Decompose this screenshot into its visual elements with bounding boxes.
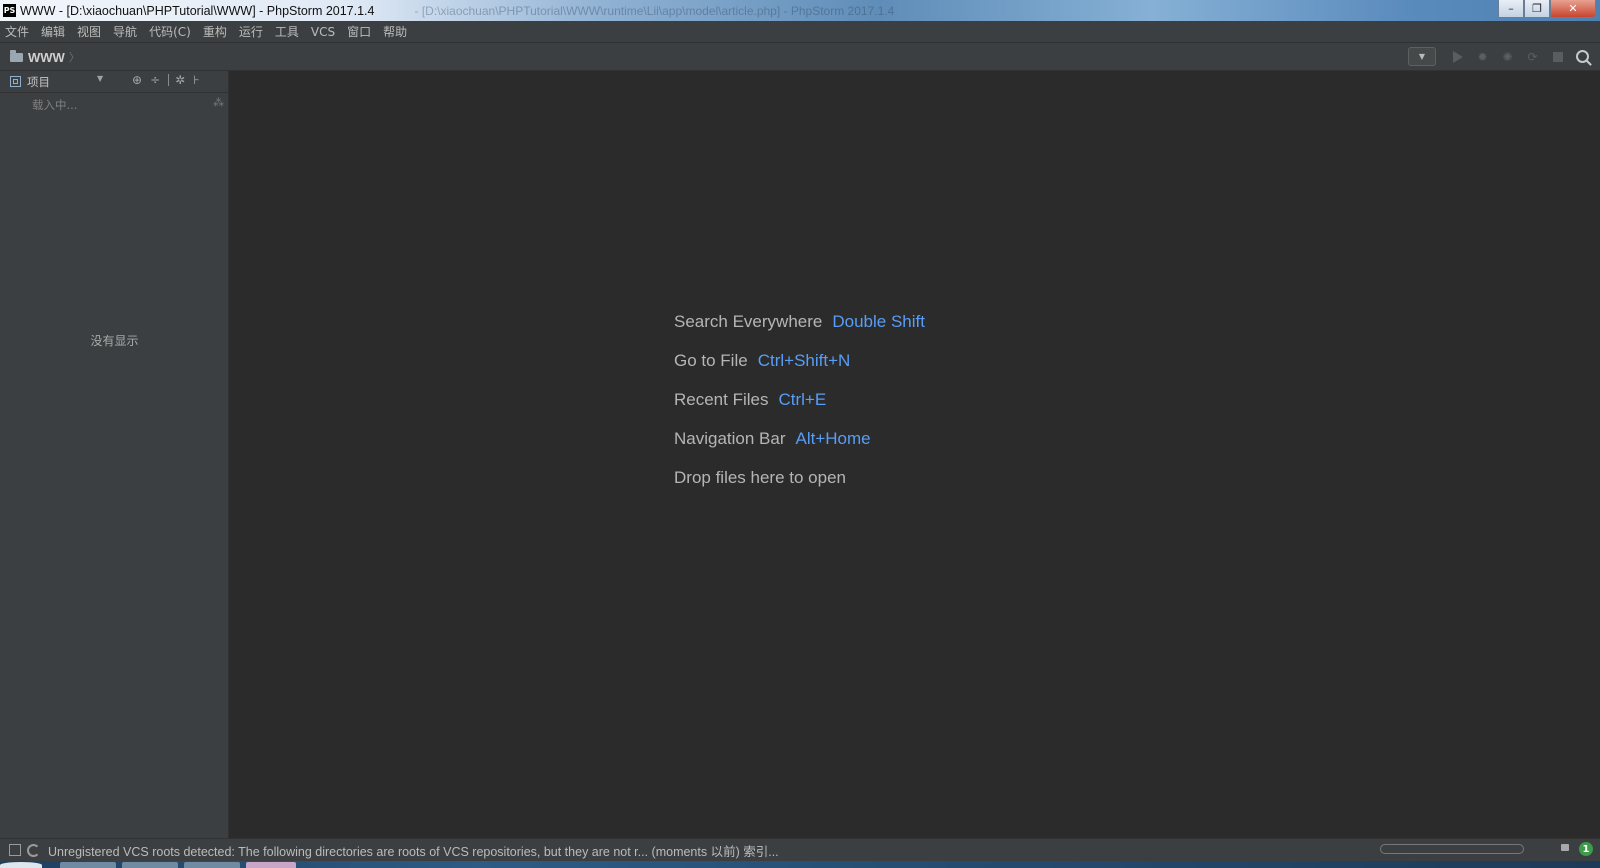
minimize-button[interactable]: – — [1498, 0, 1524, 18]
breadcrumb[interactable]: WWW 〉 — [10, 49, 80, 65]
toolbar-separator — [168, 74, 170, 86]
search-icon[interactable] — [1573, 47, 1592, 66]
debug-icon[interactable]: ✹ — [1473, 47, 1492, 66]
menu-refactor[interactable]: 重构 — [203, 23, 227, 40]
hint-shortcut: Ctrl+E — [778, 390, 827, 409]
loading-text: 载入中... — [32, 98, 78, 112]
indexing-progress-bar[interactable] — [1380, 844, 1524, 854]
hint-search-everywhere: Search Everywhere Double Shift — [674, 312, 925, 332]
status-bar: Unregistered VCS roots detected: The fol… — [0, 838, 1600, 861]
editor-area[interactable]: Search Everywhere Double Shift Go to File… — [229, 71, 1600, 838]
folder-icon — [10, 49, 23, 62]
progress-spinner-icon — [27, 843, 40, 857]
navigation-bar: WWW 〉 ▼ ✹ ✺ ⟳ — [0, 42, 1600, 71]
taskbar-item[interactable] — [184, 862, 240, 868]
start-button[interactable] — [0, 862, 42, 868]
project-panel-header: 项目 ▼ ⊕ ÷ ✲ ⊦ — [0, 71, 228, 93]
project-view-dropdown-icon[interactable]: ▼ — [97, 74, 103, 83]
hint-label: Search Everywhere — [674, 312, 823, 331]
stop-icon[interactable] — [1548, 47, 1567, 66]
os-taskbar — [0, 861, 1600, 868]
project-panel-title[interactable]: 项目 — [27, 74, 50, 90]
menu-edit[interactable]: 编辑 — [41, 23, 65, 40]
run-toolbar: ▼ ✹ ✺ ⟳ — [1408, 47, 1592, 66]
menu-vcs[interactable]: VCS — [311, 25, 335, 39]
hint-recent-files: Recent Files Ctrl+E — [674, 390, 826, 410]
project-view-icon — [10, 76, 21, 87]
window-controls: – ❐ ✕ — [1498, 0, 1596, 18]
hint-go-to-file: Go to File Ctrl+Shift+N — [674, 351, 850, 371]
profile-icon[interactable]: ⟳ — [1523, 47, 1542, 66]
hint-drop-files: Drop files here to open — [674, 468, 846, 488]
menu-code[interactable]: 代码(C) — [149, 23, 191, 40]
close-button[interactable]: ✕ — [1550, 0, 1596, 18]
tool-window-toggle-icon[interactable] — [9, 844, 21, 856]
hint-label: Go to File — [674, 351, 748, 370]
hide-panel-icon[interactable]: ⊦ — [193, 73, 199, 87]
breadcrumb-arrow-icon: 〉 — [68, 51, 80, 64]
menu-tools[interactable]: 工具 — [275, 23, 299, 40]
window-title-ghost: - [D:\xiaochuan\PHPTutorial\WWW\runtime\… — [414, 3, 895, 18]
menu-run[interactable]: 运行 — [239, 23, 263, 40]
hint-label: Recent Files — [674, 390, 769, 409]
menu-bar: 文件 编辑 视图 导航 代码(C) 重构 运行 工具 VCS 窗口 帮助 — [0, 21, 1600, 42]
menu-navigate[interactable]: 导航 — [113, 23, 137, 40]
project-panel: 项目 ▼ ⊕ ÷ ✲ ⊦ 载入中... ⁂ 没有显示 — [0, 71, 229, 838]
settings-gear-icon[interactable]: ✲ — [175, 73, 185, 87]
status-message[interactable]: Unregistered VCS roots detected: The fol… — [48, 841, 779, 860]
hint-shortcut: Double Shift — [832, 312, 925, 331]
phpstorm-logo-icon: PS — [3, 4, 16, 17]
window-title: WWW - [D:\xiaochuan\PHPTutorial\WWW] - P… — [20, 3, 375, 18]
loading-spinner-icon: ⁂ — [213, 96, 224, 109]
hint-shortcut: Alt+Home — [795, 429, 871, 448]
event-log-icon[interactable]: 1 — [1579, 842, 1593, 856]
hint-navigation-bar: Navigation Bar Alt+Home — [674, 429, 871, 449]
menu-view[interactable]: 视图 — [77, 23, 101, 40]
collapse-all-icon[interactable]: ÷ — [150, 73, 160, 87]
hint-label: Drop files here to open — [674, 468, 846, 487]
scroll-from-source-icon[interactable]: ⊕ — [132, 73, 142, 87]
taskbar-item[interactable] — [60, 862, 116, 868]
restore-button[interactable]: ❐ — [1524, 0, 1550, 18]
menu-window[interactable]: 窗口 — [347, 23, 371, 40]
title-bar: PS WWW - [D:\xiaochuan\PHPTutorial\WWW] … — [0, 0, 1600, 21]
coverage-icon[interactable]: ✺ — [1498, 47, 1517, 66]
hint-shortcut: Ctrl+Shift+N — [757, 351, 851, 370]
hint-label: Navigation Bar — [674, 429, 786, 448]
breadcrumb-label[interactable]: WWW — [28, 50, 65, 65]
project-panel-tools: ⊕ ÷ ✲ ⊦ — [132, 73, 207, 87]
run-icon[interactable] — [1448, 47, 1467, 66]
lock-icon[interactable] — [1561, 844, 1569, 851]
empty-state-text: 没有显示 — [90, 334, 139, 348]
run-config-dropdown[interactable]: ▼ — [1408, 47, 1436, 66]
taskbar-item[interactable] — [122, 862, 178, 868]
menu-help[interactable]: 帮助 — [383, 23, 407, 40]
taskbar-item[interactable] — [246, 862, 296, 868]
menu-file[interactable]: 文件 — [5, 23, 29, 40]
